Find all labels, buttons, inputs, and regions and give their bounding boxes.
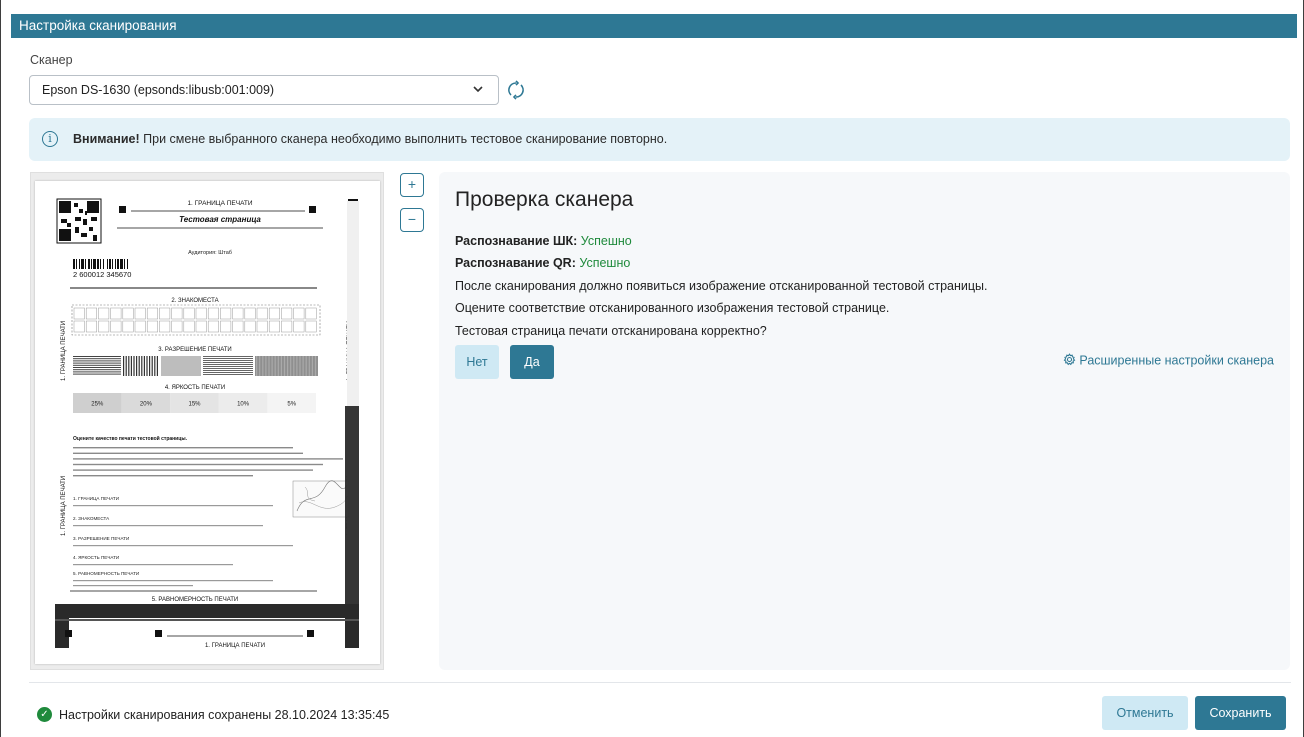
preview-page-title: Тестовая страница xyxy=(179,215,261,224)
save-status: ✓ Настройки сканирования сохранены 28.10.… xyxy=(37,707,390,723)
brightness-swatch-label: 15% xyxy=(188,402,201,408)
yes-button[interactable]: Да xyxy=(510,345,554,379)
preview-section5: 5. РАВНОМЕРНОСТЬ ПЕЧАТИ xyxy=(152,597,239,603)
footer-divider xyxy=(29,682,1291,683)
check-title: Проверка сканера xyxy=(455,188,634,211)
zoom-in-button[interactable]: + xyxy=(400,173,424,197)
preview-bottom-border: 1. ГРАНИЦА ПЕЧАТИ xyxy=(205,643,265,649)
alert-strong: Внимание! xyxy=(73,132,140,146)
qr-recognition-label: Распознавание QR: xyxy=(455,256,576,270)
scanner-label: Сканер xyxy=(30,53,73,67)
cancel-button[interactable]: Отменить xyxy=(1102,696,1188,730)
scan-preview: 1. ГРАНИЦА ПЕЧАТИ Тестовая страница Ауди… xyxy=(30,172,384,670)
preview-item5: 5. РАВНОМЕРНОСТЬ ПЕЧАТИ xyxy=(73,571,139,576)
brightness-swatches: 25% 20% 15% 10% 5% xyxy=(73,393,316,413)
qr-code xyxy=(56,198,102,244)
brightness-swatch-label: 5% xyxy=(287,402,296,408)
scanner-select-value: Epson DS-1630 (epsonds:libusb:001:009) xyxy=(42,83,275,97)
preview-audience: Аудитория: Штаб xyxy=(188,250,232,256)
check-instruction-2: Оцените соответствие отсканированного из… xyxy=(455,301,890,315)
brightness-swatch-label: 10% xyxy=(237,402,250,408)
resolution-pattern xyxy=(73,356,318,376)
preview-section2: 2. ЗНАКОМЕСТА xyxy=(171,298,218,304)
preview-side-label-left: 1. ГРАНИЦА ПЕЧАТИ xyxy=(61,321,67,381)
check-circle-icon: ✓ xyxy=(37,707,52,723)
save-status-text: Настройки сканирования сохранены 28.10.2… xyxy=(59,708,390,722)
scanner-select[interactable]: Epson DS-1630 (epsonds:libusb:001:009) xyxy=(29,75,499,105)
check-instruction-1: После сканирования должно появиться изоб… xyxy=(455,279,988,293)
qr-recognition-status: Успешно xyxy=(579,256,631,270)
save-button[interactable]: Сохранить xyxy=(1195,696,1286,730)
advanced-settings-label: Расширенные настройки сканера xyxy=(1079,353,1274,368)
map-fragment xyxy=(292,480,350,518)
info-icon: i xyxy=(42,131,58,147)
qr-recognition: Распознавание QR: Успешно xyxy=(455,256,630,270)
scanner-check-panel: Проверка сканера Распознавание ШК: Успеш… xyxy=(439,172,1290,670)
window-title: Настройка сканирования xyxy=(11,14,1297,38)
scan-settings-window: Настройка сканирования Сканер Epson DS-1… xyxy=(0,0,1304,737)
alert-text: При смене выбранного сканера необходимо … xyxy=(139,132,668,146)
barcode xyxy=(73,259,128,269)
refresh-icon[interactable] xyxy=(506,80,526,100)
scanned-test-page: 1. ГРАНИЦА ПЕЧАТИ Тестовая страница Ауди… xyxy=(35,181,380,664)
chevron-down-icon xyxy=(472,76,484,114)
zoom-out-label: − xyxy=(407,211,417,227)
preview-check-title: Оцените качество печати тестовой страниц… xyxy=(73,435,188,442)
preview-section4: 4. ЯРКОСТЬ ПЕЧАТИ xyxy=(165,385,225,391)
preview-section3: 3. РАЗРЕШЕНИЕ ПЕЧАТИ xyxy=(158,347,231,353)
advanced-settings-link[interactable]: Расширенные настройки сканера xyxy=(1063,353,1274,369)
preview-top-border: 1. ГРАНИЦА ПЕЧАТИ xyxy=(187,200,252,207)
preview-item4: 4. ЯРКОСТЬ ПЕЧАТИ xyxy=(73,555,119,560)
no-button[interactable]: Нет xyxy=(455,345,499,379)
zoom-out-button[interactable]: − xyxy=(400,208,424,232)
character-cells xyxy=(73,307,317,333)
preview-item1: 1. ГРАНИЦА ПЕЧАТИ xyxy=(73,496,119,501)
preview-item2: 2. ЗНАКОМЕСТА xyxy=(73,516,110,521)
preview-item3: 3. РАЗРЕШЕНИЕ ПЕЧАТИ xyxy=(73,536,129,541)
zoom-in-label: + xyxy=(407,176,417,192)
brightness-swatch-label: 20% xyxy=(140,402,153,408)
barcode-recognition: Распознавание ШК: Успешно xyxy=(455,234,632,248)
brightness-swatch-label: 25% xyxy=(91,402,104,408)
barcode-recognition-label: Распознавание ШК: xyxy=(455,234,578,248)
warning-alert: i Внимание! При смене выбранного сканера… xyxy=(29,118,1290,161)
barcode-recognition-status: Успешно xyxy=(580,234,632,248)
check-question: Тестовая страница печати отсканирована к… xyxy=(455,324,767,338)
gear-icon xyxy=(1063,353,1076,369)
preview-barcode-digits: 2 600012 345670 xyxy=(73,270,131,279)
